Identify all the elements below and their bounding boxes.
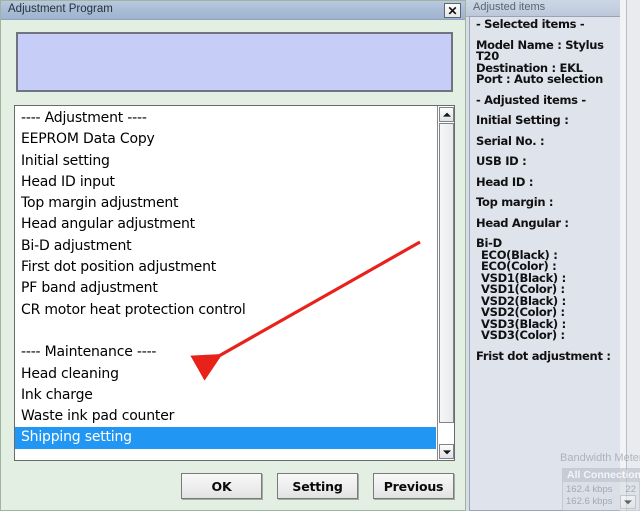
previous-button[interactable]: Previous (373, 473, 454, 499)
bandwidth-rate-top: 162.4 kbps (566, 484, 613, 495)
triangle-down-icon (442, 449, 451, 454)
adjusted-item-label: VSD3(Color) : (481, 328, 565, 342)
list-item (15, 449, 436, 460)
triangle-up-icon (442, 112, 451, 117)
setting-button[interactable]: Setting (277, 473, 358, 499)
list-item[interactable]: CR motor heat protection control (15, 300, 436, 321)
listbox-scroll-up-button[interactable] (439, 107, 454, 122)
function-list: ---- Adjustment ---- EEPROM Data Copy Init… (15, 106, 436, 460)
adjusted-item-label: USB ID : (476, 154, 527, 168)
function-listbox[interactable]: ---- Adjustment ---- EEPROM Data Copy Init… (14, 105, 455, 461)
close-button[interactable]: ✕ (444, 3, 461, 18)
chevron-down-icon (624, 500, 632, 505)
adjusted-item-label: Serial No. : (476, 133, 545, 148)
adjusted-items-panel: - Selected items - Model Name : Stylus T20… (469, 16, 625, 511)
bandwidth-meter-body: All Connections 162.4 kbps 162.6 kbps 22 (562, 468, 640, 511)
bandwidth-meter-connection-header: All Connections (563, 469, 640, 482)
list-item[interactable]: First dot position adjustment (15, 257, 436, 278)
adjusted-item-label: Port : Auto selection (476, 72, 604, 86)
adjusted-items-window-title: Adjusted items (473, 1, 546, 13)
list-item[interactable]: PF band adjustment (15, 278, 436, 299)
list-item[interactable]: EEPROM Data Copy (15, 129, 436, 150)
dialog-title: Adjustment Program (8, 3, 113, 15)
bandwidth-rate-bottom: 162.6 kbps (566, 496, 613, 507)
adjusted-item-label: Frist dot adjustment : (476, 348, 611, 363)
bandwidth-meter-title: Bandwidth Meter (560, 452, 640, 464)
adjusted-items-window: Adjusted items - Selected items - Model N… (465, 0, 640, 511)
adjusted-items-list: - Selected items - Model Name : Stylus T20… (476, 17, 623, 363)
list-item (15, 321, 436, 342)
list-item[interactable]: ---- Maintenance ---- (15, 342, 436, 363)
background-window-right-edge (626, 0, 640, 511)
adjusted-item-label: Head Angular : (476, 215, 569, 230)
list-item[interactable]: Head ID input (15, 172, 436, 193)
list-item[interactable]: Waste ink pad counter (15, 406, 436, 427)
list-item[interactable]: Head cleaning (15, 364, 436, 385)
list-item[interactable]: Head angular adjustment (15, 214, 436, 235)
ok-button[interactable]: OK (181, 473, 262, 499)
adjusted-section-heading: - Selected items - (476, 17, 585, 31)
close-icon: ✕ (447, 3, 458, 18)
list-item[interactable]: Top margin adjustment (15, 193, 436, 214)
listbox-scrollbar[interactable] (437, 106, 454, 460)
dialog-titlebar[interactable]: Adjustment Program ✕ (1, 1, 465, 20)
adjusted-section-heading: - Adjusted items - (476, 92, 586, 107)
info-textbox[interactable] (16, 32, 453, 92)
adjusted-items-titlebar: Adjusted items (466, 0, 640, 17)
adjusted-item-label: Top margin : (476, 195, 554, 209)
list-item-selected[interactable]: Shipping setting (15, 427, 436, 449)
bandwidth-dropdown-button[interactable] (620, 495, 636, 509)
dialog-button-row: OK Setting Previous (1, 473, 467, 501)
list-item[interactable]: Bi-D adjustment (15, 236, 436, 257)
adjusted-item-label: Head ID : (476, 174, 534, 189)
list-item[interactable]: ---- Adjustment ---- (15, 108, 436, 129)
adjustment-program-dialog: Adjustment Program ✕ ---- Adjustment ---… (0, 0, 466, 511)
bandwidth-peak-value: 22 (625, 484, 636, 495)
listbox-scrollbar-thumb[interactable] (439, 123, 454, 423)
listbox-scroll-down-button[interactable] (439, 444, 454, 459)
list-item[interactable]: Initial setting (15, 151, 436, 172)
adjusted-item-label: Initial Setting : (476, 113, 569, 127)
list-item[interactable]: Ink charge (15, 385, 436, 406)
bandwidth-meter-gadget[interactable]: Bandwidth Meter All Connections 162.4 kb… (556, 452, 640, 511)
